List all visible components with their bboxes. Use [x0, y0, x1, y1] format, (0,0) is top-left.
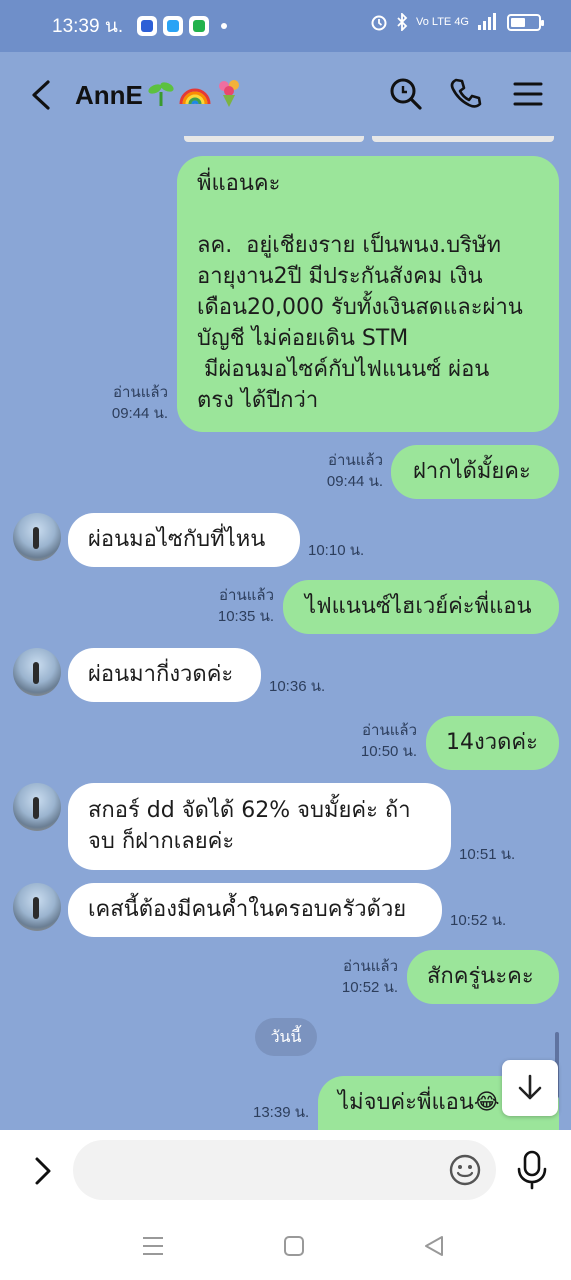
read-status: อ่านแล้ว [362, 722, 417, 739]
arrow-down-icon [518, 1074, 542, 1100]
message-input[interactable] [73, 1140, 496, 1200]
message-time: 10:51 น. [459, 846, 516, 863]
message-meta: อ่านแล้ว 09:44 น. [315, 450, 383, 492]
chat-message-list[interactable]: อ่านแล้ว 09:44 น. พี่แอนคะ ลค. อยู่เชียง… [0, 136, 571, 1130]
message-time: 10:36 น. [269, 678, 326, 695]
status-notification-icons [137, 16, 228, 36]
message-bubble-sent[interactable]: ฝากได้มั้ยคะ [391, 445, 559, 499]
search-icon[interactable] [388, 76, 424, 112]
date-divider: วันนี้ [255, 1018, 317, 1056]
message-time: 09:44 น. [111, 405, 168, 422]
message-input-bar [0, 1130, 571, 1210]
line-app-icon [189, 16, 210, 36]
system-navigation-bar [0, 1210, 571, 1280]
phone-icon[interactable] [448, 76, 484, 112]
rainbow-icon [179, 88, 211, 105]
message-time: 10:10 น. [308, 542, 365, 559]
signal-icon [478, 13, 496, 30]
message-time: 09:44 น. [326, 473, 383, 490]
status-bar: 13:39 น. Vo LTE 4G [0, 0, 571, 52]
previous-image-message[interactable] [184, 136, 364, 142]
message-meta: อ่านแล้ว 09:44 น. [100, 382, 168, 424]
message-time: 13:39 น. [253, 1104, 310, 1121]
message-time: 10:35 น. [217, 608, 274, 625]
message-meta: อ่านแล้ว 10:35 น. [206, 585, 274, 627]
network-type-label: Vo LTE 4G [416, 16, 469, 28]
message-meta: อ่านแล้ว 10:52 น. [330, 956, 398, 998]
message-bubble-sent[interactable]: ไฟแนนซ์ไฮเวย์ค่ะพี่แอน [283, 580, 559, 634]
battery-icon [507, 13, 544, 31]
expand-menu-button[interactable] [30, 1154, 56, 1188]
bouquet-icon [219, 80, 239, 107]
scroll-to-bottom-button[interactable] [502, 1060, 558, 1116]
seedling-icon [148, 82, 174, 106]
status-indicators: Vo LTE 4G [370, 13, 544, 31]
alarm-icon [371, 15, 387, 31]
message-bubble-sent[interactable]: พี่แอนคะ ลค. อยู่เชียงราย เป็นพนง.บริษัท… [177, 156, 559, 432]
emoji-icon[interactable] [448, 1153, 482, 1187]
message-bubble-received[interactable]: สกอร์ dd จัดได้ 62% จบมั้ยค่ะ ถ้า จบ ก็ฝ… [68, 783, 451, 870]
previous-image-message[interactable] [372, 136, 554, 142]
back-nav-icon[interactable] [422, 1234, 446, 1258]
message-bubble-received[interactable]: ผ่อนมอไซกับที่ไหน [68, 513, 300, 567]
recent-apps-icon[interactable] [141, 1234, 165, 1258]
message-bubble-sent[interactable]: 14งวดค่ะ [426, 716, 559, 770]
message-bubble-received[interactable]: เคสนี้ต้องมีคนค้ำในครอบครัวด้วย [68, 883, 442, 937]
read-status: อ่านแล้ว [328, 452, 383, 469]
message-bubble-received[interactable]: ผ่อนมากี่งวดค่ะ [68, 648, 261, 702]
menu-icon[interactable] [510, 76, 546, 112]
read-status: อ่านแล้ว [219, 587, 274, 604]
chat-header: AnnE [0, 52, 571, 136]
status-time: 13:39 น. [52, 16, 124, 37]
back-button[interactable] [28, 78, 56, 112]
read-status: อ่านแล้ว [113, 384, 168, 401]
bluetooth-icon [397, 13, 408, 31]
title-emojis [146, 78, 244, 108]
messenger-app-icon [163, 16, 184, 36]
contact-avatar[interactable] [13, 783, 61, 831]
chat-title[interactable]: AnnE [75, 80, 143, 111]
more-notifications-dot [221, 23, 228, 29]
message-meta: อ่านแล้ว 10:50 น. [349, 720, 417, 762]
message-time: 10:50 น. [360, 743, 417, 760]
message-time: 10:52 น. [450, 912, 507, 929]
contact-avatar[interactable] [13, 513, 61, 561]
ai-app-icon [137, 16, 158, 36]
message-time: 10:52 น. [341, 979, 398, 996]
read-status: อ่านแล้ว [343, 958, 398, 975]
microphone-icon[interactable] [515, 1150, 549, 1190]
message-bubble-sent[interactable]: สักครู่นะคะ [407, 950, 559, 1004]
contact-avatar[interactable] [13, 648, 61, 696]
contact-avatar[interactable] [13, 883, 61, 931]
home-icon[interactable] [282, 1234, 306, 1258]
